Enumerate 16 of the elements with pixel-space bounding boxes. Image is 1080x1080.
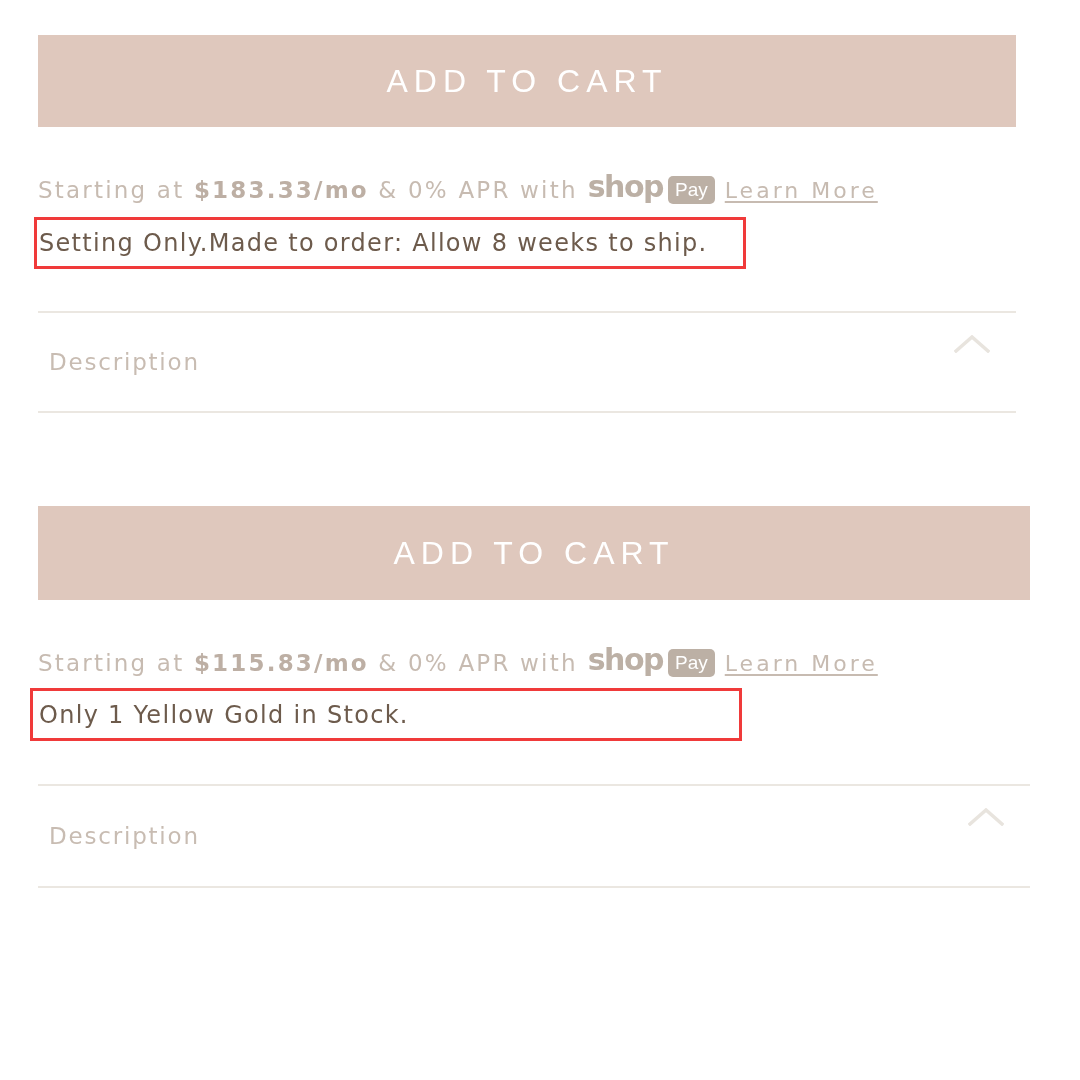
pay-badge: Pay xyxy=(668,649,715,677)
learn-more-link[interactable]: Learn More xyxy=(724,650,878,676)
add-to-cart-button[interactable]: ADD TO CART xyxy=(38,506,1030,600)
pay-badge: Pay xyxy=(668,176,715,204)
chevron-up-icon[interactable] xyxy=(968,808,1004,826)
financing-text: Starting at $115.83/mo & 0% APR with xyxy=(38,650,578,676)
add-to-cart-button[interactable]: ADD TO CART xyxy=(38,35,1016,127)
accordion-label[interactable]: Description xyxy=(49,349,200,375)
financing-text: Starting at $183.33/mo & 0% APR with xyxy=(38,177,578,203)
availability-note: Setting Only.Made to order: Allow 8 weeks to ship. xyxy=(39,229,708,257)
accordion-label[interactable]: Description xyxy=(49,823,200,849)
logo-wordmark: shop xyxy=(587,172,663,202)
chevron-up-icon[interactable] xyxy=(954,335,990,353)
logo-wordmark: shop xyxy=(587,645,663,675)
availability-note: Only 1 Yellow Gold in Stock. xyxy=(39,700,409,729)
learn-more-link[interactable]: Learn More xyxy=(724,177,878,203)
